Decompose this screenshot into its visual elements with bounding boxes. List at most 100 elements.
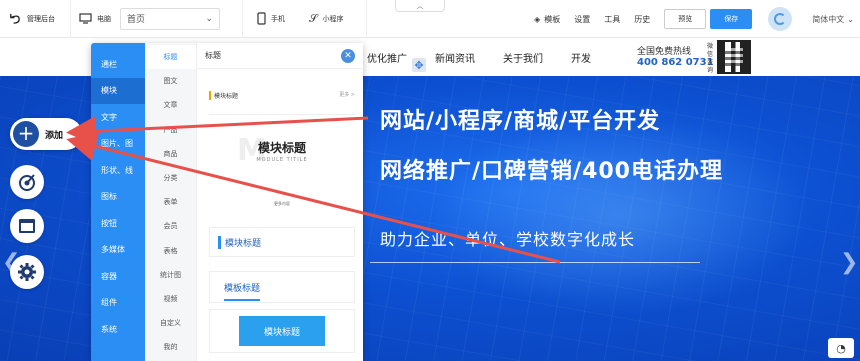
banner-headline-1: 网站/小程序/商城/平台开发	[380, 109, 661, 134]
hotline-number: 400 862 0731	[637, 57, 714, 68]
history-button[interactable]: 历史	[634, 14, 650, 25]
divider	[365, 0, 367, 38]
subcategory-item[interactable]: 统计图	[145, 263, 196, 287]
nav-item[interactable]: 优化推广	[367, 50, 407, 65]
category-item-active[interactable]: 模块	[91, 77, 145, 104]
banner-glow	[430, 116, 810, 316]
title-style-3[interactable]: 模块标题	[209, 227, 355, 257]
monitor-icon	[79, 13, 92, 24]
nav-item[interactable]: 关于我们	[503, 50, 543, 65]
title-style-2[interactable]: M 模块标题 MODULE TITILE 更多内容	[209, 125, 355, 221]
site-navigation: 优化推广 新闻资讯 关于我们 开发	[355, 38, 860, 76]
preview-button[interactable]: 预览	[664, 9, 707, 29]
settings-label: 设置	[574, 14, 591, 24]
subcategory-item[interactable]: 文章	[145, 93, 196, 117]
theme-tool-button[interactable]	[10, 165, 44, 199]
layout-icon	[19, 219, 35, 233]
avatar[interactable]	[768, 7, 793, 31]
close-icon[interactable]: ✕	[341, 48, 355, 63]
title-style-1-more: 更多 >	[339, 92, 355, 98]
hotline: 全国免费热线 400 862 0731	[637, 44, 714, 68]
device-mobile-tab[interactable]: 手机	[243, 12, 293, 25]
device-mobile-label: 手机	[271, 14, 285, 23]
banner-headline-2: 网络推广/口碑营销/400电话办理	[380, 159, 723, 184]
category-item[interactable]: 图标	[91, 184, 145, 211]
history-label: 历史	[634, 14, 651, 24]
user-logo-icon	[774, 13, 787, 25]
next-slide-icon[interactable]: ❯	[840, 250, 858, 280]
subcategory-item-active[interactable]: 标题	[145, 45, 196, 70]
title-style-5[interactable]: 模块标题	[209, 309, 355, 353]
back-arrow-icon	[10, 13, 20, 24]
device-pc-tab[interactable]: 电脑 首页 ⌄	[71, 7, 228, 30]
subcategory-item[interactable]: 表格	[145, 239, 196, 263]
nav-item[interactable]: 新闻资讯	[435, 50, 475, 65]
subcategory-item[interactable]: 商品	[145, 142, 196, 166]
category-list: 通栏 模块 文字 图片、图 形状、线 图标 按钮 多媒体 容器 组件 系统	[91, 43, 145, 361]
miniapp-icon: 𝒮	[309, 11, 318, 25]
device-miniapp-label: 小程序	[322, 14, 344, 23]
template-button[interactable]: ◈ 模板	[534, 14, 560, 25]
move-handle-icon[interactable]: ✥	[412, 58, 426, 72]
subcategory-item[interactable]: 我的	[145, 335, 196, 359]
preview-list: 标题 ✕ 模块标题 更多 > M 模块标题 MODULE TITILE 更多内容…	[197, 43, 363, 361]
category-item[interactable]: 形状、线	[91, 157, 145, 184]
title-style-4-text: 模板标题	[224, 284, 261, 301]
nav-item[interactable]: 开发	[571, 50, 591, 65]
category-item[interactable]: 图片、图	[91, 131, 145, 158]
save-button[interactable]: 保存	[710, 9, 753, 29]
add-component-button[interactable]: + 添加	[10, 118, 82, 150]
back-to-admin-button[interactable]: 管理后台	[0, 12, 70, 25]
subcategory-item[interactable]: 表单	[145, 190, 196, 214]
chevron-down-icon: ⌄	[205, 13, 213, 24]
subcategory-item[interactable]: 视频	[145, 287, 196, 311]
subcategory-item[interactable]: 图文	[145, 69, 196, 93]
layout-tool-button[interactable]	[10, 209, 44, 243]
preview-title: 标题	[205, 51, 221, 60]
subcategory-item[interactable]: 自定义	[145, 311, 196, 335]
qr-code-icon	[717, 40, 751, 74]
layers-icon: ◈	[534, 14, 541, 24]
back-label: 管理后台	[27, 14, 55, 23]
category-item[interactable]: 按钮	[91, 210, 145, 237]
toolbar-right: ◈ 模板 设置 工具 历史 预览 保存 简体中文 ⌄	[534, 0, 860, 38]
category-item[interactable]: 系统	[91, 316, 145, 343]
qr-label: 微信咨询	[707, 43, 714, 74]
title-style-4[interactable]: 模板标题	[209, 271, 355, 303]
chevron-down-icon: ⌄	[847, 14, 854, 24]
subcategory-item[interactable]: 会员	[145, 214, 196, 238]
gear-icon	[18, 263, 36, 281]
language-select[interactable]: 简体中文 ⌄	[812, 14, 854, 25]
subcategory-item[interactable]: 分类	[145, 166, 196, 190]
page-select[interactable]: 首页 ⌄	[120, 7, 220, 30]
title-style-2-en: MODULE TITILE	[256, 157, 308, 163]
page-select-value: 首页	[127, 15, 146, 25]
settings-tool-button[interactable]	[10, 255, 44, 289]
category-item[interactable]: 通栏	[91, 51, 145, 78]
preview-header: 标题 ✕	[197, 43, 363, 69]
collapse-toolbar-button[interactable]: ︿	[395, 0, 445, 12]
subcategory-list: 标题 图文 文章 产品 商品 分类 表单 会员 表格 统计图 视频 自定义 我的	[145, 43, 197, 361]
device-miniapp-tab[interactable]: 𝒮 小程序	[293, 12, 352, 26]
plus-icon: +	[13, 121, 39, 147]
category-item[interactable]: 组件	[91, 290, 145, 317]
tools-button[interactable]: 工具	[604, 14, 620, 25]
add-component-panel: 通栏 模块 文字 图片、图 形状、线 图标 按钮 多媒体 容器 组件 系统 标题…	[91, 43, 363, 361]
category-item[interactable]: 容器	[91, 263, 145, 290]
title-style-1[interactable]: 模块标题 更多 >	[209, 81, 355, 115]
add-label: 添加	[45, 130, 64, 141]
settings-button[interactable]: 设置	[574, 14, 590, 25]
editor-toolbar: 管理后台 电脑 首页 ⌄ 手机 𝒮 小程序 ︿ ◈ 模板 设置 工具 历史 预览 …	[0, 0, 860, 38]
target-icon	[19, 174, 35, 191]
template-label: 模板	[544, 14, 561, 24]
title-style-3-text: 模块标题	[218, 235, 261, 249]
category-item[interactable]: 文字	[91, 104, 145, 131]
tools-label: 工具	[604, 14, 621, 24]
wechat-icon[interactable]: ◔	[828, 338, 854, 358]
title-style-2-text: 模块标题	[257, 141, 306, 155]
chevron-up-icon: ︿	[416, 1, 424, 10]
category-item[interactable]: 多媒体	[91, 237, 145, 264]
title-style-2-more: 更多内容	[274, 201, 290, 206]
hotline-label: 全国免费热线	[637, 47, 692, 57]
subcategory-item[interactable]: 产品	[145, 118, 196, 142]
